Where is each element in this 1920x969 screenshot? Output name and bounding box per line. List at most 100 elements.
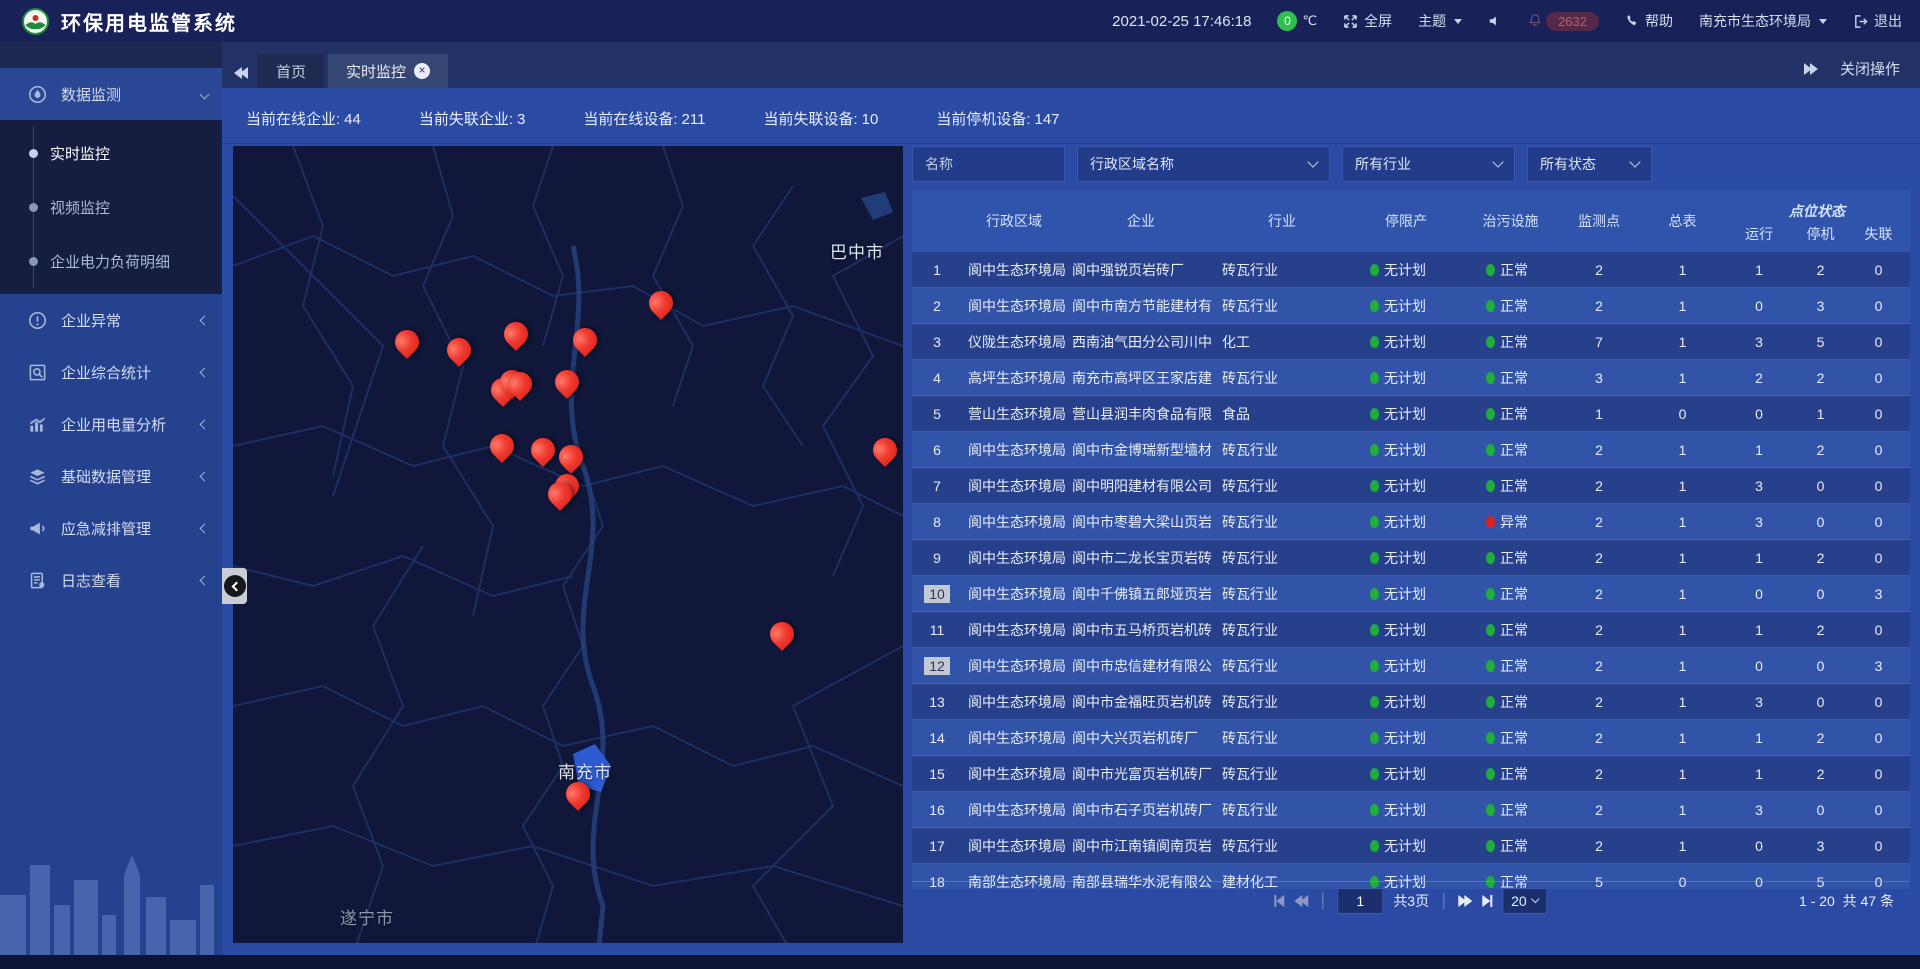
theme-dropdown[interactable]: 主题 xyxy=(1418,11,1462,31)
table-row[interactable]: 9阆中生态环境局阆中市二龙长宝页岩砖砖瓦行业无计划正常21120 xyxy=(912,540,1910,576)
table-row[interactable]: 12阆中生态环境局阆中市忠信建材有限公砖瓦行业无计划正常21003 xyxy=(912,648,1910,684)
close-operations-button[interactable]: 关闭操作 xyxy=(1840,58,1900,79)
cell-stop-plan: 无计划 xyxy=(1348,476,1464,496)
cell-stop-plan: 无计划 xyxy=(1348,512,1464,532)
status-dot-icon xyxy=(1486,768,1495,780)
first-page-button[interactable] xyxy=(1274,895,1284,907)
last-page-button[interactable] xyxy=(1482,895,1492,907)
table-row[interactable]: 5营山生态环境局营山县润丰肉食品有限食品无计划正常10010 xyxy=(912,396,1910,432)
sidebar-item-label: 视频监控 xyxy=(50,197,110,218)
cell-enterprise: 阆中千佛镇五郎垭页岩 xyxy=(1066,584,1216,604)
cell-region: 阆中生态环境局 xyxy=(962,836,1066,856)
org-dropdown[interactable]: 南充市生态环境局 xyxy=(1699,11,1827,31)
table-header-cell: 行业 xyxy=(1216,211,1348,231)
table-row[interactable]: 16阆中生态环境局阆中市石子页岩机砖厂砖瓦行业无计划正常21300 xyxy=(912,792,1910,828)
brand: 环保用电监管系统 xyxy=(0,7,237,36)
cell-enterprise: 阆中市光富页岩机砖厂 xyxy=(1066,764,1216,784)
mute-button[interactable] xyxy=(1488,14,1502,28)
table-row[interactable]: 10阆中生态环境局阆中千佛镇五郎垭页岩砖瓦行业无计划正常21003 xyxy=(912,576,1910,612)
map-collapse-button[interactable] xyxy=(222,568,247,604)
table-row[interactable]: 17阆中生态环境局阆中市江南镇阆南页岩砖瓦行业无计划正常21030 xyxy=(912,828,1910,864)
alarm-badge[interactable]: 2632 xyxy=(1528,12,1599,31)
phone-icon xyxy=(1625,14,1639,28)
status-dot-icon xyxy=(1486,516,1495,528)
status-filter-select[interactable]: 所有状态 xyxy=(1527,146,1652,182)
cell-stopped: 3 xyxy=(1794,838,1847,854)
table-row[interactable]: 6阆中生态环境局阆中市金博瑞新型墙材砖瓦行业无计划正常21120 xyxy=(912,432,1910,468)
region-filter-select[interactable]: 行政区域名称 xyxy=(1077,146,1330,182)
chevron-down-icon xyxy=(1307,156,1318,167)
status-dot-icon xyxy=(1370,660,1379,672)
cell-enterprise: 阆中市枣碧大梁山页岩 xyxy=(1066,512,1216,532)
total-pages-label: 共3页 xyxy=(1393,891,1429,911)
cell-offline: 0 xyxy=(1847,766,1910,782)
tab-home[interactable]: 首页 xyxy=(258,54,324,88)
stat-value: 3 xyxy=(517,111,525,128)
cell-total-meters: 1 xyxy=(1641,658,1724,674)
sidebar-group-5[interactable]: 基础数据管理 xyxy=(0,450,222,502)
table-row[interactable]: 2阆中生态环境局阆中市南方节能建材有砖瓦行业无计划正常21030 xyxy=(912,288,1910,324)
sidebar-group-1[interactable]: 数据监测 xyxy=(0,68,222,120)
cell-industry: 食品 xyxy=(1216,404,1348,424)
main-content: 当前在线企业:44当前失联企业:3当前在线设备:211当前失联设备:10当前停机… xyxy=(222,88,1920,955)
sidebar-group-2[interactable]: 企业异常 xyxy=(0,294,222,346)
cell-stopped: 0 xyxy=(1794,694,1847,710)
temperature-unit: ℃ xyxy=(1302,13,1317,29)
sidebar-group-3[interactable]: 企业综合统计 xyxy=(0,346,222,398)
cell-region: 阆中生态环境局 xyxy=(962,584,1066,604)
cell-running: 0 xyxy=(1724,406,1794,422)
table-row[interactable]: 11阆中生态环境局阆中市五马桥页岩机砖砖瓦行业无计划正常21120 xyxy=(912,612,1910,648)
table-row[interactable]: 13阆中生态环境局阆中市金福旺页岩机砖砖瓦行业无计划正常21300 xyxy=(912,684,1910,720)
sidebar-group-label: 企业用电量分析 xyxy=(61,414,201,435)
table-row[interactable]: 14阆中生态环境局阆中大兴页岩机砖厂砖瓦行业无计划正常21120 xyxy=(912,720,1910,756)
sidebar-group-7[interactable]: 日志查看 xyxy=(0,554,222,606)
logout-button[interactable]: 退出 xyxy=(1853,11,1902,31)
stat-item: 当前失联设备:10 xyxy=(763,108,878,129)
table-row[interactable]: 8阆中生态环境局阆中市枣碧大梁山页岩砖瓦行业无计划异常21300 xyxy=(912,504,1910,540)
table-row[interactable]: 3仪陇生态环境局西南油气田分公司川中化工无计划正常71350 xyxy=(912,324,1910,360)
sidebar-group-4[interactable]: 企业用电量分析 xyxy=(0,398,222,450)
table-row[interactable]: 15阆中生态环境局阆中市光富页岩机砖厂砖瓦行业无计划正常21120 xyxy=(912,756,1910,792)
sidebar-group-6[interactable]: 应急减排管理 xyxy=(0,502,222,554)
table-row[interactable]: 7阆中生态环境局阆中明阳建材有限公司砖瓦行业无计划正常21300 xyxy=(912,468,1910,504)
cell-running: 1 xyxy=(1724,550,1794,566)
page-input[interactable]: 1 xyxy=(1337,888,1383,914)
map-panel[interactable]: 巴中市南充市遂宁市 xyxy=(233,146,903,943)
tab-bar: 首页 实时监控 × 关闭操作 xyxy=(222,42,1920,88)
cell-region: 阆中生态环境局 xyxy=(962,620,1066,640)
close-tab-icon[interactable]: × xyxy=(414,63,430,79)
cell-offline: 0 xyxy=(1847,802,1910,818)
sidebar-item[interactable]: 视频监控 xyxy=(0,180,222,234)
page-size-select[interactable]: 20 xyxy=(1502,888,1548,914)
next-page-button[interactable] xyxy=(1458,895,1472,907)
name-filter-input[interactable] xyxy=(912,146,1065,182)
sidebar-item[interactable]: 实时监控 xyxy=(0,126,222,180)
cell-offline: 0 xyxy=(1847,622,1910,638)
cell-stop-plan: 无计划 xyxy=(1348,584,1464,604)
cell-facility-status: 正常 xyxy=(1464,800,1557,820)
sidebar-submenu: 实时监控视频监控企业电力负荷明细 xyxy=(0,120,222,294)
sidebar-item[interactable]: 企业电力负荷明细 xyxy=(0,234,222,288)
power-analysis-icon xyxy=(28,415,47,434)
cell-monitor-points: 2 xyxy=(1557,298,1641,314)
row-index-badge: 11 xyxy=(924,621,950,639)
cell-stopped: 2 xyxy=(1794,730,1847,746)
tabs-scroll-left-button[interactable] xyxy=(234,67,248,79)
prev-page-button[interactable] xyxy=(1294,895,1308,907)
tab-realtime-monitor[interactable]: 实时监控 × xyxy=(328,54,448,88)
cell-industry: 砖瓦行业 xyxy=(1216,584,1348,604)
table-row[interactable]: 1阆中生态环境局阆中强锐页岩砖厂砖瓦行业无计划正常21120 xyxy=(912,252,1910,288)
cell-industry: 砖瓦行业 xyxy=(1216,368,1348,388)
stat-label: 当前失联企业: xyxy=(419,111,513,128)
industry-filter-select[interactable]: 所有行业 xyxy=(1342,146,1515,182)
tabs-scroll-right-button[interactable] xyxy=(1804,63,1818,75)
table-row[interactable]: 4高坪生态环境局南充市高坪区王家店建砖瓦行业无计划正常31220 xyxy=(912,360,1910,396)
fullscreen-button[interactable]: 全屏 xyxy=(1343,11,1392,31)
help-button[interactable]: 帮助 xyxy=(1625,11,1673,31)
row-index: 5 xyxy=(912,405,962,423)
cell-industry: 砖瓦行业 xyxy=(1216,440,1348,460)
row-index: 1 xyxy=(912,261,962,279)
row-index: 13 xyxy=(912,693,962,711)
row-index: 10 xyxy=(912,585,962,603)
cell-running: 1 xyxy=(1724,622,1794,638)
